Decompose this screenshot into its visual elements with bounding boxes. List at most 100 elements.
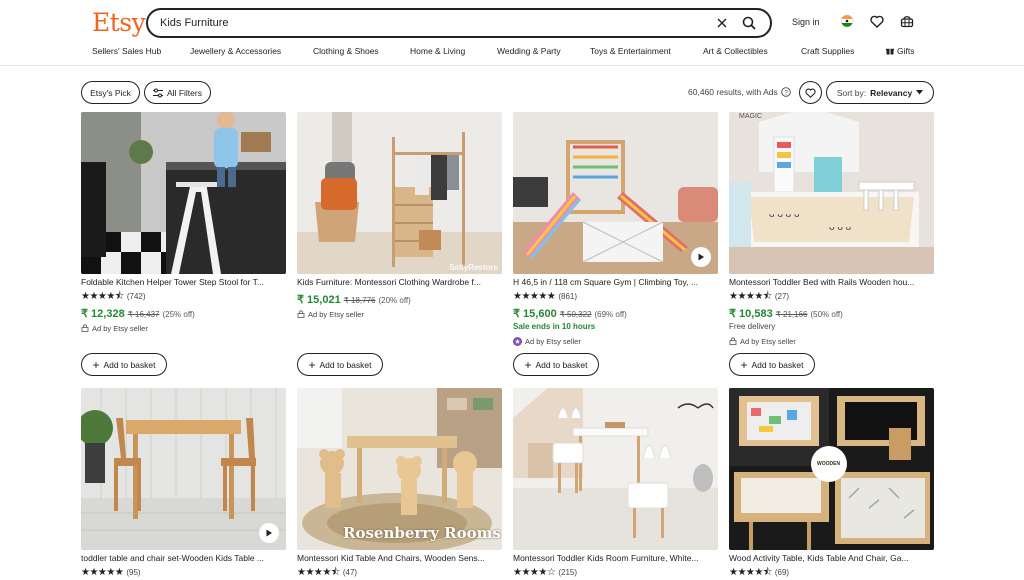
- review-count: (95): [126, 568, 141, 577]
- product-title[interactable]: Montessori Kid Table And Chairs, Wooden …: [297, 553, 502, 564]
- site-header: Etsy Kids Furniture Sign in Sellers' Sal…: [0, 0, 1024, 66]
- product-title[interactable]: toddler table and chair set-Wooden Kids …: [81, 553, 286, 564]
- product-card[interactable]: WOODEN Wood Activity Table, Kids Table A…: [729, 388, 934, 578]
- original-price: ₹ 18,776: [343, 296, 376, 305]
- sale-price: ₹ 15,600: [513, 308, 557, 320]
- original-price: ₹ 50,322: [559, 310, 592, 319]
- product-card[interactable]: ᴗ ᴗ ᴗ ᴗ ᴗ ᴗ ᴗ MAGIC Montessori Toddler B…: [729, 112, 934, 376]
- sale-price: ₹ 15,021: [297, 294, 341, 306]
- etsys-pick-label: Etsy's Pick: [90, 87, 131, 98]
- clear-search-icon[interactable]: [714, 15, 730, 31]
- product-card[interactable]: Montessori Toddler Kids Room Furniture, …: [513, 388, 718, 578]
- svg-text:?: ?: [784, 89, 788, 96]
- review-count: (47): [342, 568, 358, 577]
- nav-gifts[interactable]: Gifts: [886, 46, 914, 56]
- product-card[interactable]: SaltyRestore Kids Furniture: Montessori …: [297, 112, 502, 376]
- sale-price: ₹ 12,328: [81, 308, 125, 320]
- sort-value: Relevancy: [870, 87, 913, 98]
- product-title[interactable]: H 46,5 in / 118 cm Square Gym | Climbing…: [513, 277, 718, 288]
- product-title[interactable]: Wood Activity Table, Kids Table And Chai…: [729, 553, 934, 564]
- free-delivery-label: Free delivery: [729, 322, 776, 331]
- nav-clothing-shoes[interactable]: Clothing & Shoes: [313, 46, 379, 56]
- add-to-basket-button[interactable]: + Add to basket: [513, 353, 599, 376]
- nav-sellers-sales-hub[interactable]: Sellers' Sales Hub: [92, 46, 161, 56]
- product-title[interactable]: Montessori Toddler Kids Room Furniture, …: [513, 553, 718, 564]
- price-row: ₹ 12,328 ₹ 16,437 (25% off): [81, 307, 286, 320]
- rating-stars: ★★★★⯪: [297, 567, 340, 578]
- product-card[interactable]: H 46,5 in / 118 cm Square Gym | Climbing…: [513, 112, 718, 376]
- add-to-basket-button[interactable]: + Add to basket: [81, 353, 167, 376]
- product-rating: ★★★★☆ (215): [513, 567, 718, 578]
- search-icon[interactable]: [740, 14, 758, 32]
- nav-toys-entertainment[interactable]: Toys & Entertainment: [590, 46, 671, 56]
- product-card[interactable]: toddler table and chair set-Wooden Kids …: [81, 388, 286, 578]
- add-to-basket-button[interactable]: + Add to basket: [297, 353, 383, 376]
- plus-icon: +: [740, 357, 748, 372]
- ad-label: Ad by Etsy seller: [81, 323, 286, 333]
- all-filters-label: All Filters: [167, 87, 202, 98]
- chevron-down-icon: [916, 90, 924, 95]
- nav-wedding-party[interactable]: Wedding & Party: [497, 46, 561, 56]
- ad-label: Ad by Etsy seller: [297, 309, 502, 319]
- price-row: ₹ 15,600 ₹ 50,322 (69% off): [513, 307, 718, 320]
- play-video-icon[interactable]: [691, 247, 711, 267]
- sale-ends-notice: Sale ends in 10 hours: [513, 322, 596, 331]
- product-image[interactable]: SaltyRestore: [297, 112, 502, 274]
- product-title[interactable]: Montessori Toddler Bed with Rails Wooden…: [729, 277, 934, 288]
- product-card[interactable]: Foldable Kitchen Helper Tower Step Stool…: [81, 112, 286, 376]
- ad-text: Ad by Etsy seller: [308, 309, 364, 319]
- ad-lock-icon: [81, 324, 89, 332]
- etsys-pick-filter[interactable]: Etsy's Pick: [81, 81, 140, 104]
- review-count: (215): [558, 568, 578, 577]
- sort-dropdown[interactable]: Sort by: Relevancy: [826, 81, 934, 104]
- price-row: ₹ 10,583 ₹ 21,166 (50% off): [729, 307, 934, 320]
- product-image[interactable]: WOODEN: [729, 388, 934, 550]
- price-row: ₹ 15,021 ₹ 18,776 (20% off): [297, 293, 502, 306]
- play-video-icon[interactable]: [259, 523, 279, 543]
- product-card[interactable]: Rosenberry Rooms Montessori Kid Table An…: [297, 388, 502, 578]
- ad-text: Ad by Etsy seller: [92, 323, 148, 333]
- image-watermark: SaltyRestore: [449, 263, 498, 272]
- save-search-button[interactable]: [799, 81, 822, 104]
- product-image[interactable]: [81, 112, 286, 274]
- india-flag-icon[interactable]: [839, 13, 855, 29]
- product-title[interactable]: Foldable Kitchen Helper Tower Step Stool…: [81, 277, 286, 288]
- nav-jewellery-accessories[interactable]: Jewellery & Accessories: [190, 46, 281, 56]
- plus-icon: +: [308, 357, 316, 372]
- favorites-heart-icon[interactable]: [869, 13, 885, 29]
- ad-label: Ad by Etsy seller: [729, 336, 934, 346]
- brand-badge: WOODEN: [817, 461, 841, 467]
- nav-art-collectibles[interactable]: Art & Collectibles: [703, 46, 768, 56]
- search-bar[interactable]: Kids Furniture: [146, 8, 772, 38]
- star-seller-badge-icon: [513, 336, 522, 346]
- etsy-logo[interactable]: Etsy: [92, 8, 146, 37]
- product-image[interactable]: [81, 388, 286, 550]
- search-input[interactable]: Kids Furniture: [160, 17, 714, 29]
- product-rating: ★★★★⯪ (69): [729, 567, 934, 578]
- shopping-basket-icon[interactable]: [899, 13, 915, 29]
- product-image[interactable]: [513, 112, 718, 274]
- nav-home-living[interactable]: Home & Living: [410, 46, 465, 56]
- review-count: (69): [774, 568, 790, 577]
- product-image[interactable]: [513, 388, 718, 550]
- discount-percent: (20% off): [378, 296, 411, 305]
- discount-percent: (69% off): [594, 310, 627, 319]
- image-watermark: Rosenberry Rooms: [343, 524, 501, 542]
- rating-stars: ★★★★★: [513, 291, 556, 302]
- add-to-basket-button[interactable]: + Add to basket: [729, 353, 815, 376]
- product-title[interactable]: Kids Furniture: Montessori Clothing Ward…: [297, 277, 502, 288]
- rating-stars: ★★★★⯪: [729, 567, 772, 578]
- heart-icon: [805, 88, 816, 98]
- product-rating: ★★★★⯪ (742): [81, 291, 286, 302]
- category-nav: Sellers' Sales Hub Jewellery & Accessori…: [0, 46, 1024, 60]
- all-filters-button[interactable]: All Filters: [144, 81, 211, 104]
- nav-gifts-label: Gifts: [897, 46, 915, 56]
- sign-in-link[interactable]: Sign in: [792, 17, 820, 27]
- rating-stars: ★★★★☆: [513, 567, 556, 578]
- nav-craft-supplies[interactable]: Craft Supplies: [801, 46, 854, 56]
- product-image[interactable]: Rosenberry Rooms: [297, 388, 502, 550]
- product-image[interactable]: ᴗ ᴗ ᴗ ᴗ ᴗ ᴗ ᴗ MAGIC: [729, 112, 934, 274]
- review-count: (861): [558, 292, 578, 301]
- product-rating: ★★★★⯪ (27): [729, 291, 934, 302]
- help-icon[interactable]: ?: [781, 87, 791, 97]
